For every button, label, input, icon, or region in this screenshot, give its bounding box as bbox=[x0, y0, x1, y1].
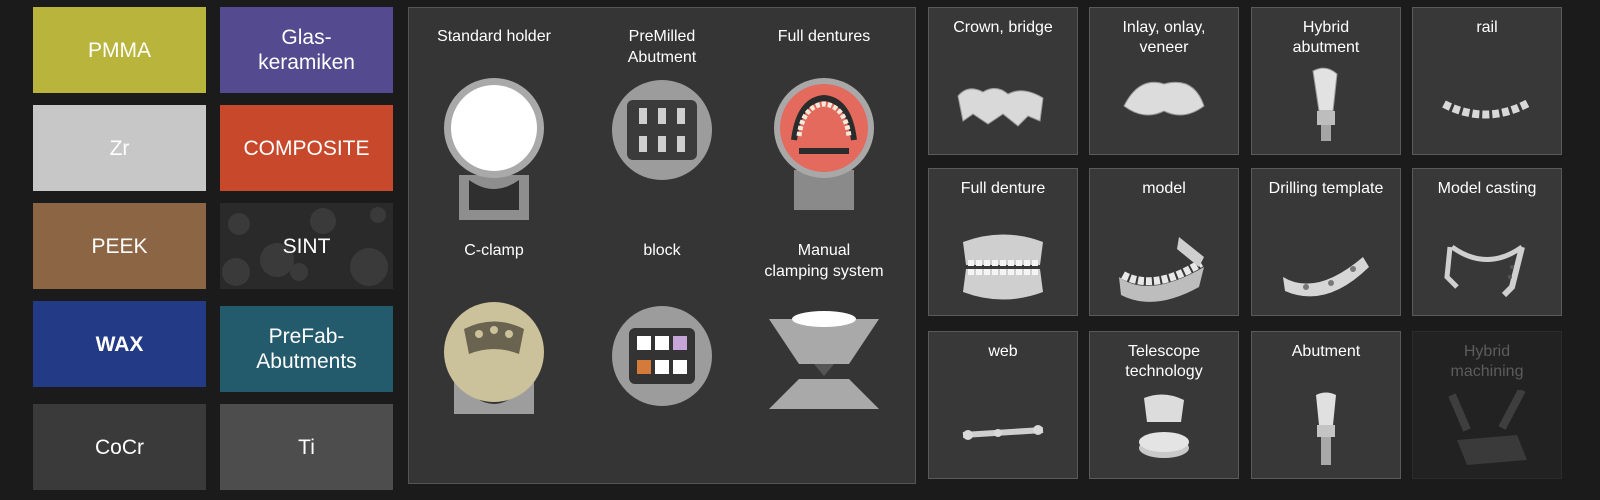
indication-web[interactable]: web bbox=[928, 331, 1078, 479]
indication-model-casting[interactable]: Model casting bbox=[1412, 168, 1562, 316]
holder-full-dentures[interactable]: Full dentures bbox=[749, 26, 899, 220]
model-casting-icon bbox=[1444, 244, 1525, 298]
indication-label: Drilling template bbox=[1268, 180, 1384, 197]
web-icon bbox=[962, 425, 1044, 440]
indication-label: Crown, bridge bbox=[953, 19, 1053, 36]
holder-label: block bbox=[643, 242, 681, 259]
holder-c-clamp[interactable]: C-clamp bbox=[419, 240, 569, 434]
indication-label: Full denture bbox=[960, 180, 1046, 197]
material-label: Ti bbox=[298, 435, 315, 459]
material-tile-composite[interactable]: COMPOSITE bbox=[220, 105, 393, 191]
material-tile-sint[interactable]: SINT bbox=[220, 203, 393, 289]
material-label: SINT bbox=[282, 234, 331, 258]
material-tile-cocr[interactable]: CoCr bbox=[33, 404, 206, 490]
material-tile-prefab-abutments[interactable]: PreFab- Abutments bbox=[220, 306, 393, 392]
material-label: Zr bbox=[109, 136, 130, 160]
indication-hybrid-machining: Hybrid machining bbox=[1412, 331, 1562, 479]
holder-label: Full dentures bbox=[777, 28, 871, 45]
material-label: PMMA bbox=[88, 38, 151, 62]
holder-label: C-clamp bbox=[464, 242, 524, 259]
drilling-template-icon bbox=[1283, 257, 1369, 297]
full-dentures-holder-icon bbox=[774, 78, 874, 210]
indication-label: Inlay, onlay, veneer bbox=[1122, 19, 1206, 56]
holder-premilled-abutment[interactable]: PreMilled Abutment bbox=[587, 26, 737, 220]
inlay-icon bbox=[1123, 81, 1205, 116]
manual-clamp-icon bbox=[769, 311, 879, 409]
indication-crown-bridge[interactable]: Crown, bridge bbox=[928, 7, 1078, 155]
rail-icon bbox=[1442, 98, 1532, 119]
telescope-icon bbox=[1139, 394, 1189, 458]
holder-standard[interactable]: Standard holder bbox=[419, 26, 569, 220]
material-tile-peek[interactable]: PEEK bbox=[33, 203, 206, 289]
indication-label: rail bbox=[1476, 19, 1498, 36]
full-denture-icon bbox=[963, 234, 1043, 300]
holder-label: Manual clamping system bbox=[764, 242, 884, 280]
premilled-holder-icon bbox=[612, 80, 712, 180]
indication-model[interactable]: model bbox=[1089, 168, 1239, 316]
hybrid-abutment-icon bbox=[1312, 67, 1338, 141]
indication-drilling-template[interactable]: Drilling template bbox=[1251, 168, 1401, 316]
indication-full-denture[interactable]: Full denture bbox=[928, 168, 1078, 316]
indication-label: Hybrid abutment bbox=[1292, 19, 1360, 56]
indication-label: Telescope technology bbox=[1125, 343, 1203, 380]
material-tile-pmma[interactable]: PMMA bbox=[33, 7, 206, 93]
indication-label: web bbox=[988, 343, 1018, 360]
holder-panel: Standard holder PreMilled Abutment Full … bbox=[408, 7, 916, 484]
indication-label: Hybrid machining bbox=[1450, 343, 1524, 380]
indication-inlay-onlay-veneer[interactable]: Inlay, onlay, veneer bbox=[1089, 7, 1239, 155]
material-tile-ti[interactable]: Ti bbox=[220, 404, 393, 490]
material-tile-zr[interactable]: Zr bbox=[33, 105, 206, 191]
standard-holder-icon bbox=[444, 78, 544, 220]
holder-label: PreMilled Abutment bbox=[627, 28, 697, 66]
indication-telescope-technology[interactable]: Telescope technology bbox=[1089, 331, 1239, 479]
abutment-icon bbox=[1316, 392, 1336, 465]
material-label: Glas- keramiken bbox=[258, 26, 355, 74]
material-label: COMPOSITE bbox=[243, 136, 370, 160]
hybrid-machining-icon bbox=[1448, 390, 1527, 465]
material-label: PEEK bbox=[91, 234, 148, 258]
indication-hybrid-abutment[interactable]: Hybrid abutment bbox=[1251, 7, 1401, 155]
indication-label: model bbox=[1142, 180, 1186, 197]
indication-label: Abutment bbox=[1291, 343, 1361, 360]
holder-label: Standard holder bbox=[437, 28, 551, 45]
indication-label: Model casting bbox=[1437, 180, 1537, 197]
crown-bridge-icon bbox=[957, 88, 1044, 127]
indication-rail[interactable]: rail bbox=[1412, 7, 1562, 155]
holder-manual-clamping-system[interactable]: Manual clamping system bbox=[749, 240, 899, 434]
model-icon bbox=[1119, 237, 1204, 302]
c-clamp-icon bbox=[444, 302, 544, 414]
material-tile-wax[interactable]: WAX bbox=[33, 301, 206, 387]
material-label: PreFab- Abutments bbox=[256, 325, 357, 373]
holder-block[interactable]: block bbox=[587, 240, 737, 434]
material-label: CoCr bbox=[94, 435, 144, 459]
material-tile-glaskeramiken[interactable]: Glas- keramiken bbox=[220, 7, 393, 93]
block-holder-icon bbox=[612, 306, 712, 406]
material-label: WAX bbox=[95, 332, 144, 356]
indication-abutment[interactable]: Abutment bbox=[1251, 331, 1401, 479]
